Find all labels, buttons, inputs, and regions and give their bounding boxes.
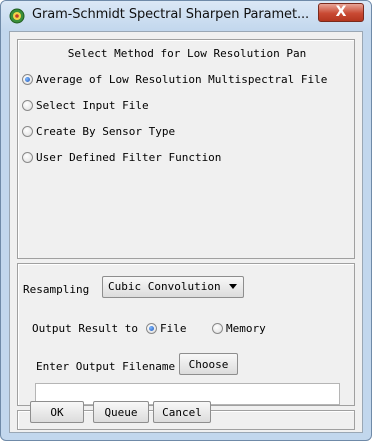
radio-button-icon[interactable]	[22, 125, 33, 137]
radio-button-icon[interactable]	[22, 151, 33, 163]
choose-button[interactable]: Choose	[179, 353, 238, 375]
output-option-file[interactable]: File	[146, 321, 187, 335]
output-option-label: Memory	[226, 321, 266, 335]
queue-button[interactable]: Queue	[93, 401, 149, 423]
chevron-down-icon	[229, 284, 237, 289]
radio-button-icon[interactable]	[146, 322, 157, 334]
title-bar[interactable]: Gram-Schmidt Spectral Sharpen Paramet...…	[1, 1, 371, 31]
window-title: Gram-Schmidt Spectral Sharpen Paramet...	[32, 7, 310, 22]
output-option-memory[interactable]: Memory	[212, 321, 266, 335]
resampling-dropdown[interactable]: Cubic Convolution	[102, 276, 244, 298]
resampling-label: Resampling	[23, 283, 90, 296]
radio-button-icon[interactable]	[22, 99, 33, 111]
method-option-sensor-type[interactable]: Create By Sensor Type	[22, 124, 175, 138]
close-icon: X	[335, 4, 347, 20]
output-to-label: Output Result to	[32, 322, 138, 335]
close-button[interactable]: X	[318, 3, 364, 22]
resampling-value: Cubic Convolution	[108, 280, 221, 293]
method-option-label: Select Input File	[36, 98, 149, 112]
cancel-button[interactable]: Cancel	[153, 401, 211, 423]
method-option-label: User Defined Filter Function	[36, 150, 222, 164]
dialog-client-area: Select Method for Low Resolution Pan Ave…	[9, 31, 363, 433]
output-option-label: File	[160, 321, 187, 335]
method-option-user-filter[interactable]: User Defined Filter Function	[22, 150, 221, 164]
filename-label: Enter Output Filename	[36, 360, 176, 373]
ok-button[interactable]: OK	[30, 401, 84, 423]
radio-button-icon[interactable]	[22, 73, 33, 85]
method-option-label: Average of Low Resolution Multispectral …	[36, 72, 328, 86]
method-option-select-input-file[interactable]: Select Input File	[22, 98, 149, 112]
action-button-bar: OK Queue Cancel	[17, 401, 355, 430]
method-heading: Select Method for Low Resolution Pan	[67, 47, 307, 60]
output-group: Resampling Cubic Convolution Output Resu…	[17, 263, 355, 406]
method-option-label: Create By Sensor Type	[36, 124, 176, 138]
app-icon	[9, 8, 25, 24]
dialog-window: Gram-Schmidt Spectral Sharpen Paramet...…	[0, 0, 372, 441]
radio-button-icon[interactable]	[212, 322, 223, 334]
method-option-average[interactable]: Average of Low Resolution Multispectral …	[22, 72, 327, 86]
method-group: Select Method for Low Resolution Pan Ave…	[17, 39, 355, 259]
